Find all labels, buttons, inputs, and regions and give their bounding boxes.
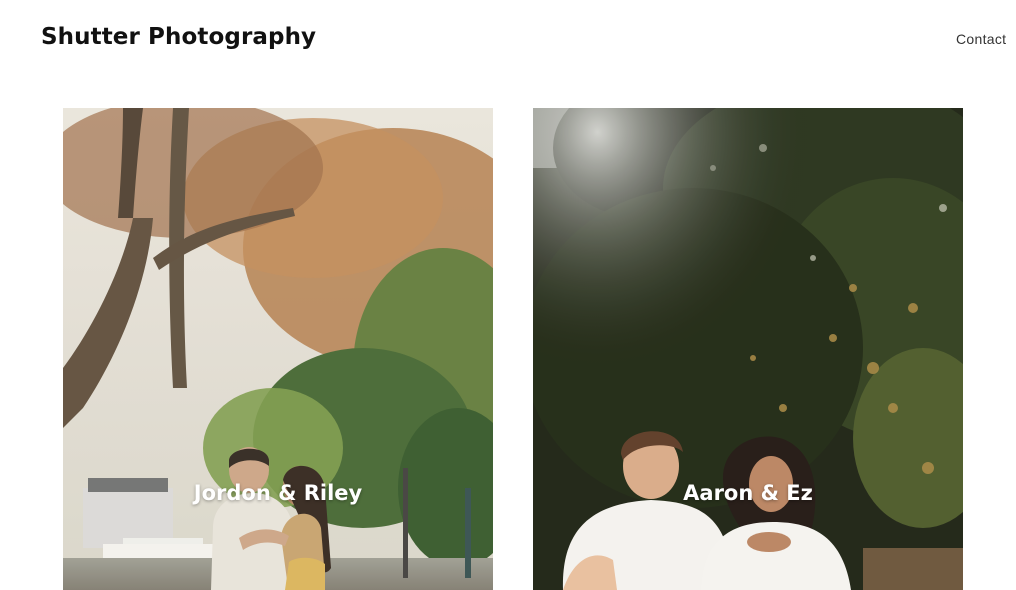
gallery-card-aaron-ez[interactable]: Aaron & Ez <box>533 108 963 590</box>
gallery-grid: Jordon & Riley Aaron & Ez <box>0 108 1016 590</box>
couple-photo-dark-trees <box>533 108 963 590</box>
gallery-card-jordon-riley[interactable]: Jordon & Riley <box>63 108 493 590</box>
site-title-link[interactable]: Shutter Photography <box>41 24 316 50</box>
nav-contact-link[interactable]: Contact <box>956 31 1006 47</box>
gallery-card-caption: Aaron & Ez <box>683 481 813 505</box>
site-header: Shutter Photography Contact <box>0 0 1016 90</box>
gallery-card-caption: Jordon & Riley <box>193 481 363 505</box>
couple-photo-autumn-trees <box>63 108 493 590</box>
